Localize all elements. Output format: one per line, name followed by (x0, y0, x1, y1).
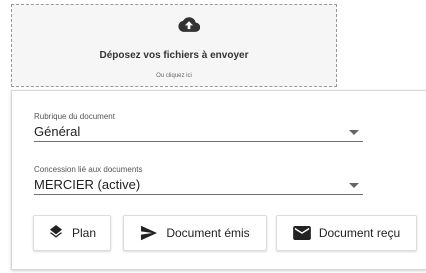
chevron-down-icon[interactable] (349, 130, 359, 135)
layers-icon (49, 225, 62, 238)
cloud-upload-icon (178, 17, 200, 32)
document-recu-label: Document reçu (318, 226, 401, 240)
file-dropzone[interactable]: Déposez vos fichiers à envoyer Ou clique… (11, 4, 337, 87)
rubrique-select[interactable]: Rubrique du document Général (34, 112, 363, 142)
rubrique-label: Rubrique du document (34, 112, 115, 121)
rubrique-selected-text: Général (34, 124, 81, 139)
send-icon (141, 225, 158, 241)
concession-value[interactable]: MERCIER (active) (34, 175, 363, 195)
mail-icon (292, 226, 311, 240)
rubrique-value[interactable]: Général (34, 122, 363, 142)
concession-selected-text: MERCIER (active) (34, 177, 141, 192)
document-emis-button[interactable]: Document émis (123, 215, 267, 251)
document-recu-button[interactable]: Document reçu (276, 215, 417, 251)
concession-select[interactable]: Concession lié aux documents MERCIER (ac… (34, 165, 363, 195)
plan-button[interactable]: Plan (33, 215, 111, 251)
plan-button-label: Plan (71, 226, 97, 240)
dropzone-title: Déposez vos fichiers à envoyer (99, 50, 249, 61)
dropzone-subtitle[interactable]: Ou cliquez ici (12, 73, 336, 79)
concession-label: Concession lié aux documents (34, 165, 143, 174)
chevron-down-icon[interactable] (349, 183, 359, 188)
document-emis-label: Document émis (166, 226, 250, 240)
